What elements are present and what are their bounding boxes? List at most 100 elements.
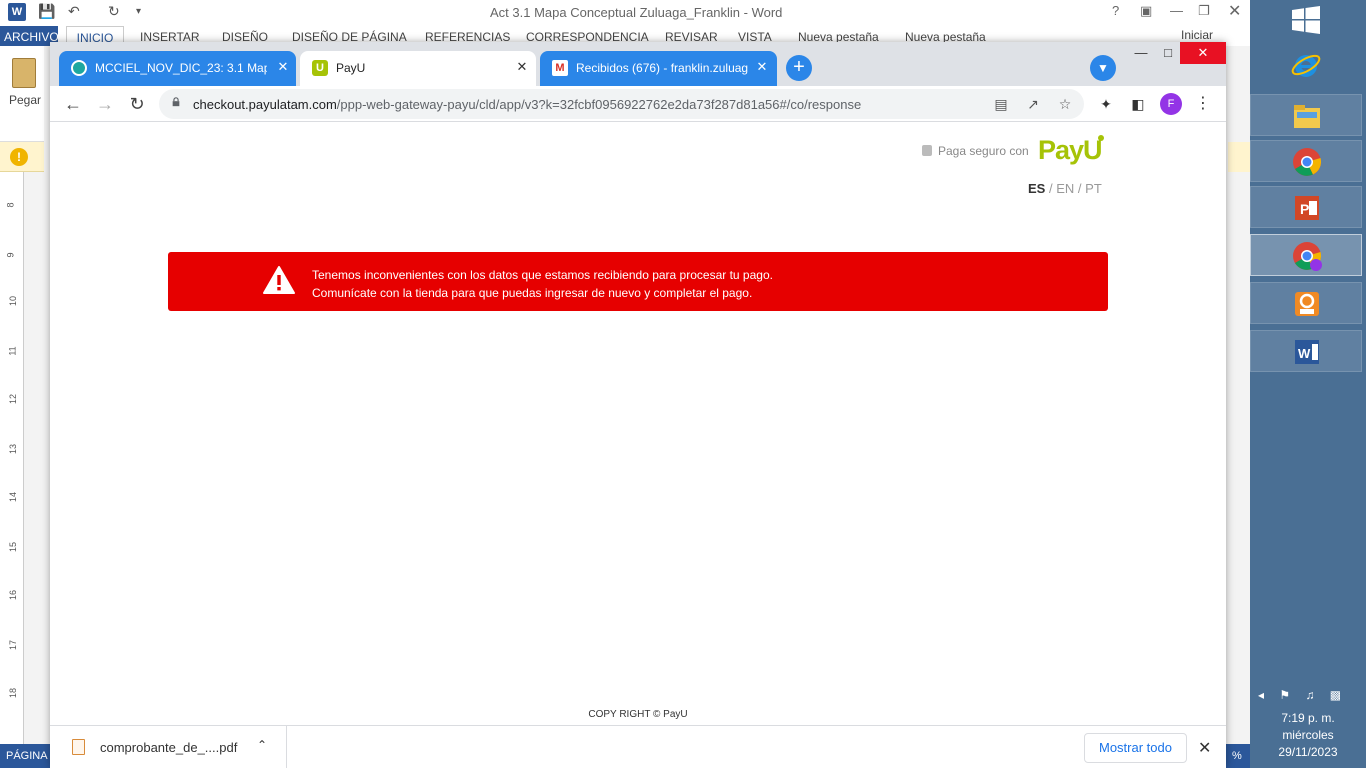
ruler-number: 11 xyxy=(7,346,18,356)
share-icon[interactable]: ↗ xyxy=(1025,96,1041,112)
browser-toolbar: ← → ↻ checkout.payulatam.com/ppp-web-gat… xyxy=(50,86,1226,122)
taskbar-ie[interactable] xyxy=(1250,44,1362,86)
new-tab-button[interactable]: + xyxy=(786,55,812,81)
ruler-number: 14 xyxy=(8,491,19,503)
payu-logo: PayU xyxy=(1038,135,1104,166)
chrome-close-icon[interactable]: ✕ xyxy=(1180,42,1226,64)
windows-start-icon[interactable] xyxy=(1292,6,1320,34)
ruler-number: 17 xyxy=(8,639,19,651)
customize-quick-access-icon[interactable]: ▾ xyxy=(136,6,141,17)
lang-es[interactable]: ES xyxy=(1028,181,1045,196)
error-line-1: Tenemos inconvenientes con los datos que… xyxy=(312,268,773,282)
svg-text:W: W xyxy=(1298,346,1311,361)
paste-label[interactable]: Pegar xyxy=(9,93,41,107)
word-document-title: Act 3.1 Mapa Conceptual Zuluaga_Franklin… xyxy=(490,5,783,20)
system-tray: ◂ ⚑ ♫ ▩ 7:19 p. m. miércoles 29/11/2023 xyxy=(1250,684,1366,768)
chrome-window: MCCIEL_NOV_DIC_23: 3.1 Mapa c ✕ U PayU ✕… xyxy=(50,42,1226,768)
lang-separator: / xyxy=(1048,181,1053,196)
taskbar-word[interactable]: W xyxy=(1250,330,1362,372)
status-zoom[interactable]: % xyxy=(1232,750,1242,762)
taskbar: P W ◂ ⚑ ♫ ▩ 7:19 p. m. miércoles 29/11/2… xyxy=(1250,0,1366,768)
status-page[interactable]: PÁGINA xyxy=(6,750,48,762)
url-text[interactable]: checkout.payulatam.com/ppp-web-gateway-p… xyxy=(193,97,861,112)
clock[interactable]: 7:19 p. m. miércoles 29/11/2023 xyxy=(1250,710,1366,761)
moodle-favicon-icon xyxy=(71,60,87,76)
word-close-icon[interactable]: ✕ xyxy=(1228,1,1241,21)
copyright-footer: COPY RIGHT © PayU xyxy=(588,709,688,720)
tab-moodle[interactable]: MCCIEL_NOV_DIC_23: 3.1 Mapa c ✕ xyxy=(59,51,296,86)
page-content: Paga seguro con PayU ES / EN / PT Tenemo… xyxy=(50,122,1226,725)
clock-time: 7:19 p. m. xyxy=(1281,711,1335,725)
forward-icon[interactable]: → xyxy=(93,92,117,116)
taskbar-chrome-profile[interactable] xyxy=(1250,234,1362,276)
secure-payment-label: Paga seguro con xyxy=(922,144,1029,158)
internet-explorer-icon xyxy=(1291,54,1321,77)
chevron-up-icon[interactable]: ⌃ xyxy=(257,738,267,752)
taskbar-pdf-reader[interactable] xyxy=(1250,282,1362,324)
lock-icon xyxy=(922,145,932,156)
lang-pt[interactable]: PT xyxy=(1085,181,1102,196)
tray-icons[interactable]: ◂ ⚑ ♫ ▩ xyxy=(1258,688,1347,702)
foxit-pdf-icon xyxy=(1295,292,1319,316)
svg-text:P: P xyxy=(1300,201,1309,217)
reload-icon[interactable]: ↻ xyxy=(125,92,149,116)
back-icon[interactable]: ← xyxy=(61,92,85,116)
redo-icon[interactable]: ↻ xyxy=(108,3,120,20)
chrome-minimize-icon[interactable]: — xyxy=(1126,42,1156,64)
tab-close-icon[interactable]: ✕ xyxy=(754,59,770,75)
clock-day: miércoles xyxy=(1282,728,1334,742)
save-icon[interactable]: 💾 xyxy=(38,3,55,20)
word-restore-icon[interactable]: ❐ xyxy=(1198,3,1210,19)
ribbon-display-icon[interactable]: ▣ xyxy=(1140,3,1152,19)
warning-icon: ! xyxy=(10,148,28,166)
tab-title: Recibidos (676) - franklin.zuluaga xyxy=(576,61,748,75)
tab-payu[interactable]: U PayU ✕ xyxy=(300,51,536,86)
vertical-ruler: 8 9 10 11 12 13 14 15 16 17 18 xyxy=(0,172,24,744)
pdf-file-icon xyxy=(72,739,85,755)
extensions-icon[interactable]: ✦ xyxy=(1097,95,1115,113)
ruler-number: 18 xyxy=(8,687,19,699)
taskbar-powerpoint[interactable]: P xyxy=(1250,186,1362,228)
error-line-2: Comunícate con la tienda para que puedas… xyxy=(312,286,753,300)
address-bar[interactable]: checkout.payulatam.com/ppp-web-gateway-p… xyxy=(159,89,1084,119)
chrome-icon xyxy=(1293,148,1322,176)
tab-gmail[interactable]: M Recibidos (676) - franklin.zuluaga ✕ xyxy=(540,51,777,86)
paste-icon[interactable] xyxy=(12,58,36,88)
ruler-number: 12 xyxy=(8,393,19,405)
folder-icon xyxy=(1294,105,1320,128)
word-message-bar: ! xyxy=(0,142,44,172)
ruler-number: 13 xyxy=(8,443,19,455)
warning-triangle-icon xyxy=(263,266,295,294)
clock-date: 29/11/2023 xyxy=(1278,745,1338,759)
ruler-number: 10 xyxy=(8,295,19,307)
side-panel-icon[interactable]: ◧ xyxy=(1129,95,1147,113)
lang-en[interactable]: EN xyxy=(1056,181,1074,196)
reading-mode-icon[interactable]: ▤ xyxy=(993,96,1009,112)
download-bar: comprobante_de_....pdf ⌃ Mostrar todo ✕ xyxy=(50,725,1226,768)
word-minimize-icon[interactable]: — xyxy=(1170,3,1183,18)
undo-icon[interactable]: ↶ xyxy=(68,3,80,20)
show-all-downloads-button[interactable]: Mostrar todo xyxy=(1084,733,1187,763)
chrome-maximize-icon[interactable]: □ xyxy=(1156,42,1180,64)
word-title-bar: W 💾 ↶ ↻ ▾ Act 3.1 Mapa Conceptual Zuluag… xyxy=(0,0,1250,26)
bookmark-star-icon[interactable]: ☆ xyxy=(1057,96,1073,112)
word-app-icon: W xyxy=(8,3,26,21)
payu-favicon-icon: U xyxy=(312,60,328,76)
taskbar-chrome[interactable] xyxy=(1250,140,1362,182)
word-icon: W xyxy=(1295,340,1319,364)
help-icon[interactable]: ? xyxy=(1112,3,1119,18)
language-switcher: ES / EN / PT xyxy=(1028,181,1102,196)
lock-icon[interactable] xyxy=(171,97,181,107)
profile-avatar[interactable]: F xyxy=(1160,93,1182,115)
tab-title: PayU xyxy=(336,61,366,75)
taskbar-file-explorer[interactable] xyxy=(1250,94,1362,136)
tab-close-icon[interactable]: ✕ xyxy=(514,59,530,75)
tab-search-button[interactable]: ▼ xyxy=(1090,55,1116,81)
ruler-number: 15 xyxy=(8,541,19,553)
close-download-bar-icon[interactable]: ✕ xyxy=(1198,738,1211,758)
tab-close-icon[interactable]: ✕ xyxy=(275,59,291,75)
download-filename[interactable]: comprobante_de_....pdf xyxy=(100,740,237,755)
download-item[interactable]: comprobante_de_....pdf ⌃ xyxy=(50,726,287,768)
menu-dots-icon[interactable]: ⋮ xyxy=(1194,95,1212,113)
gmail-favicon-icon: M xyxy=(552,60,568,76)
